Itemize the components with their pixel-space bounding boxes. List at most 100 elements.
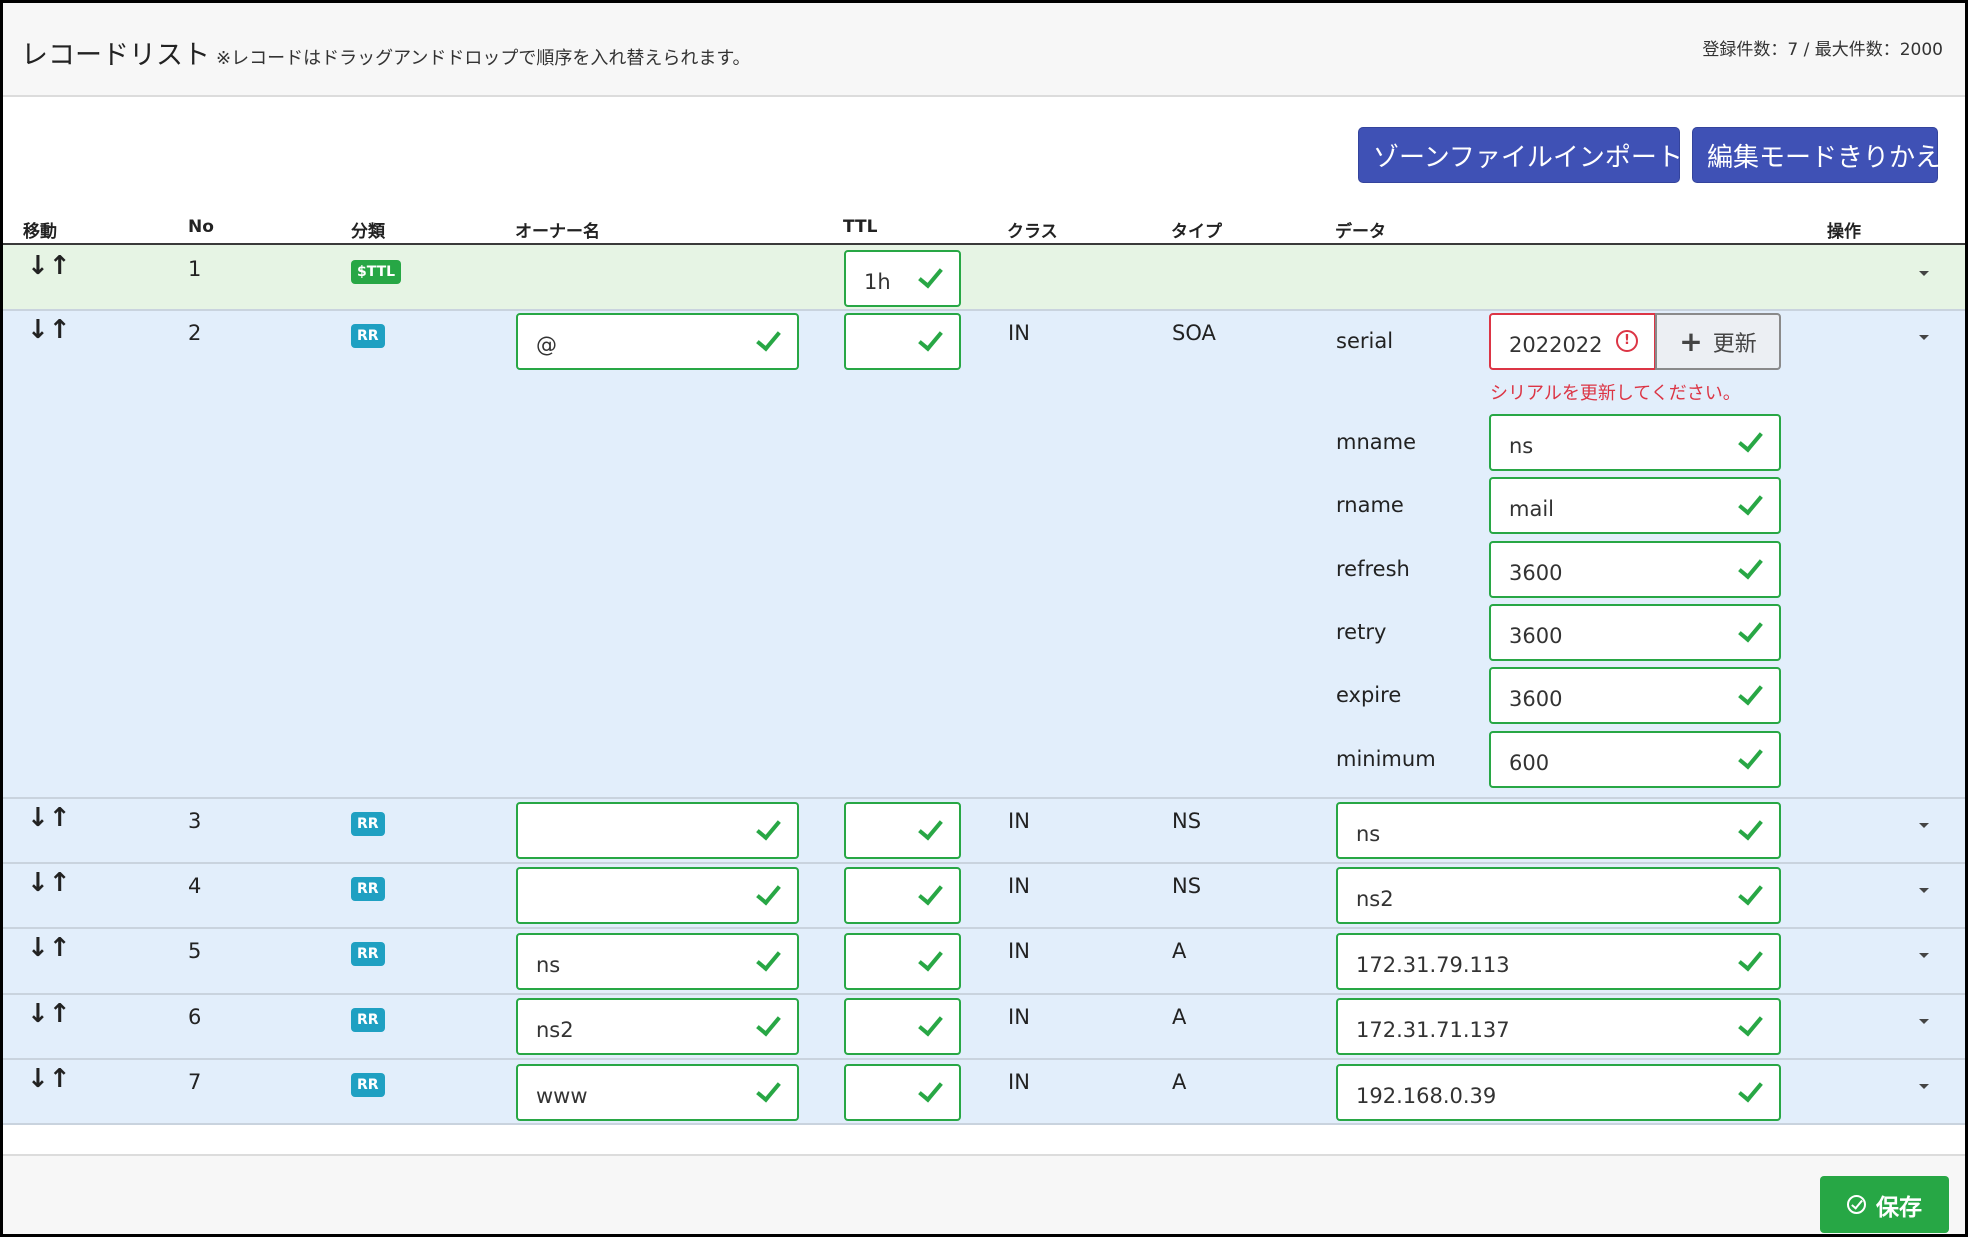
caret-down-icon[interactable] xyxy=(1919,271,1929,276)
ttl-field[interactable] xyxy=(844,313,961,370)
panel-footer xyxy=(3,1154,1965,1234)
drag-handle-icon[interactable]: ↓↑ xyxy=(27,933,71,963)
save-button[interactable]: 保存 xyxy=(1820,1176,1949,1233)
data-field[interactable] xyxy=(1336,867,1781,924)
rr-badge: RR xyxy=(351,1073,385,1097)
soa-mname-field[interactable] xyxy=(1489,414,1781,471)
soa-retry-input[interactable] xyxy=(1491,606,1779,659)
drag-handle-icon[interactable]: ↓↑ xyxy=(27,868,71,898)
title-text: レコードリスト xyxy=(21,40,210,71)
owner-field[interactable] xyxy=(516,1064,799,1121)
ttl-field[interactable] xyxy=(844,802,961,859)
zone-import-button[interactable]: ゾーンファイルインポート xyxy=(1358,127,1683,183)
class-value: IN xyxy=(1008,809,1030,833)
ttl-field[interactable] xyxy=(844,867,961,924)
soa-minimum-field[interactable] xyxy=(1489,731,1781,788)
ttl-input[interactable] xyxy=(846,869,959,922)
soa-refresh-input[interactable] xyxy=(1491,543,1779,596)
table-header: 移動 No 分類 オーナー名 TTL クラス タイプ データ 操作 xyxy=(3,215,1965,245)
type-value: A xyxy=(1172,939,1187,963)
soa-refresh-label: refresh xyxy=(1336,557,1410,581)
soa-mname-input[interactable] xyxy=(1491,416,1779,469)
rr-badge: RR xyxy=(351,1008,385,1032)
owner-input[interactable] xyxy=(518,315,797,368)
ttl-input[interactable] xyxy=(846,315,959,368)
owner-input[interactable] xyxy=(518,1000,797,1053)
soa-expire-input[interactable] xyxy=(1491,669,1779,722)
data-field[interactable] xyxy=(1336,933,1781,990)
row-number: 4 xyxy=(188,874,202,898)
data-field[interactable] xyxy=(1336,802,1781,859)
drag-handle-icon[interactable]: ↓↑ xyxy=(27,251,71,281)
caret-down-icon[interactable] xyxy=(1919,1084,1929,1089)
drag-handle-icon[interactable]: ↓↑ xyxy=(27,999,71,1029)
caret-down-icon[interactable] xyxy=(1919,823,1929,828)
drag-handle-icon[interactable]: ↓↑ xyxy=(27,803,71,833)
caret-down-icon[interactable] xyxy=(1919,953,1929,958)
ttl-input[interactable] xyxy=(846,1000,959,1053)
warning-icon: ! xyxy=(1616,330,1638,352)
data-input[interactable] xyxy=(1338,804,1779,857)
caret-down-icon[interactable] xyxy=(1919,888,1929,893)
ttl-field[interactable] xyxy=(844,1064,961,1121)
table-row[interactable]: ↓↑ 7 RR IN A xyxy=(3,1060,1965,1125)
caret-down-icon[interactable] xyxy=(1919,1019,1929,1024)
caret-down-icon[interactable] xyxy=(1919,335,1929,340)
soa-minimum-input[interactable] xyxy=(1491,733,1779,786)
ttl-input[interactable] xyxy=(846,935,959,988)
data-field[interactable] xyxy=(1336,1064,1781,1121)
edit-mode-toggle-button[interactable]: 編集モードきりかえ xyxy=(1692,127,1941,183)
soa-expire-label: expire xyxy=(1336,683,1402,707)
serial-update-button[interactable]: + 更新 xyxy=(1655,313,1781,370)
drag-handle-icon[interactable]: ↓↑ xyxy=(27,1064,71,1094)
table-row[interactable]: ↓↑ 6 RR IN A xyxy=(3,995,1965,1060)
soa-refresh-field[interactable] xyxy=(1489,541,1781,598)
class-value: IN xyxy=(1008,1070,1030,1094)
ttl-input[interactable] xyxy=(846,804,959,857)
soa-retry-field[interactable] xyxy=(1489,604,1781,661)
table-row[interactable]: ↓↑ 1 $TTL xyxy=(3,245,1965,311)
soa-rname-label: rname xyxy=(1336,493,1404,517)
table-row[interactable]: ↓↑ 4 RR IN NS xyxy=(3,864,1965,929)
col-data: データ xyxy=(1335,222,1386,242)
soa-rname-field[interactable] xyxy=(1489,477,1781,534)
owner-field[interactable] xyxy=(516,802,799,859)
col-no: No xyxy=(188,217,214,237)
serial-field[interactable]: ! xyxy=(1489,313,1656,370)
owner-field[interactable] xyxy=(516,313,799,370)
soa-rname-input[interactable] xyxy=(1491,479,1779,532)
owner-input[interactable] xyxy=(518,869,797,922)
data-input[interactable] xyxy=(1338,935,1779,988)
owner-input[interactable] xyxy=(518,804,797,857)
ttl-field[interactable] xyxy=(844,998,961,1055)
type-value: SOA xyxy=(1172,321,1216,345)
owner-field[interactable] xyxy=(516,998,799,1055)
ttl-input[interactable] xyxy=(846,252,959,305)
data-field[interactable] xyxy=(1336,998,1781,1055)
col-ops: 操作 xyxy=(1827,222,1861,242)
data-input[interactable] xyxy=(1338,1000,1779,1053)
data-input[interactable] xyxy=(1338,869,1779,922)
ttl-field[interactable] xyxy=(844,933,961,990)
drag-handle-icon[interactable]: ↓↑ xyxy=(27,315,71,345)
check-circle-icon xyxy=(1847,1195,1866,1214)
plus-icon: + xyxy=(1679,324,1703,358)
soa-retry-label: retry xyxy=(1336,620,1387,644)
owner-input[interactable] xyxy=(518,935,797,988)
class-value: IN xyxy=(1008,1005,1030,1029)
type-value: NS xyxy=(1172,874,1202,898)
owner-field[interactable] xyxy=(516,933,799,990)
soa-minimum-label: minimum xyxy=(1336,747,1436,771)
data-input[interactable] xyxy=(1338,1066,1779,1119)
table-row[interactable]: ↓↑ 2 RR IN SOA serial ! + 更新 シリアルを更新してくだ… xyxy=(3,311,1965,799)
ttl-field[interactable] xyxy=(844,250,961,307)
class-value: IN xyxy=(1008,321,1030,345)
soa-expire-field[interactable] xyxy=(1489,667,1781,724)
row-number: 1 xyxy=(188,257,202,281)
col-ttl: TTL xyxy=(843,217,878,237)
owner-field[interactable] xyxy=(516,867,799,924)
owner-input[interactable] xyxy=(518,1066,797,1119)
table-row[interactable]: ↓↑ 3 RR IN NS xyxy=(3,799,1965,864)
table-row[interactable]: ↓↑ 5 RR IN A xyxy=(3,929,1965,995)
ttl-input[interactable] xyxy=(846,1066,959,1119)
